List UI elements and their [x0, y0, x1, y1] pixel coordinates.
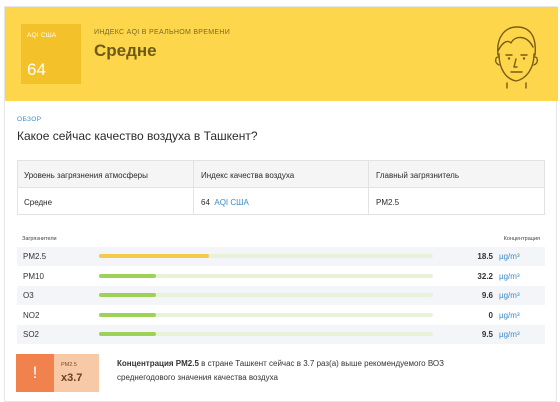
summary-index-value: 64 [201, 198, 210, 207]
pollutant-row: O3 9.6 µg/m³ [17, 286, 545, 305]
pollutant-unit: µg/m³ [499, 291, 520, 300]
pollutant-level-fill [99, 312, 156, 317]
pollutant-name: NO2 [23, 310, 40, 320]
face-neutral-icon [494, 26, 539, 89]
pollutant-name: PM10 [23, 271, 44, 281]
header-status: Средне [94, 41, 157, 60]
pollutant-name: SO2 [23, 330, 40, 339]
pollutant-row: SO2 9.5 µg/m³ [17, 325, 545, 344]
alert-multiplier: x3.7 [61, 372, 83, 384]
concentration-column-header: Концентрация [503, 236, 540, 242]
summary-index-unit-link[interactable]: AQI США [214, 198, 248, 207]
pollutant-level-bar [99, 293, 433, 297]
pollutant-value: 9.6 [481, 291, 493, 300]
pollutant-row: PM10 32.2 µg/m³ [17, 267, 545, 286]
aqi-badge-value: 64 [27, 60, 46, 79]
pollutant-level-fill [99, 273, 156, 278]
pollutant-level-bar [99, 254, 433, 258]
summary-pollutant-value: PM2.5 [376, 198, 400, 207]
pollutant-row: NO2 0 µg/m³ [17, 306, 545, 325]
pollutant-unit: µg/m³ [499, 252, 520, 261]
summary-divider [193, 161, 194, 214]
pollutant-unit: µg/m³ [499, 330, 520, 339]
summary-divider [368, 161, 369, 214]
alert-text-bold: Концентрация PM2.5 [117, 359, 199, 368]
pollutant-level-fill [99, 293, 156, 297]
pollutant-unit: µg/m³ [499, 310, 520, 320]
aqi-badge: AQI США 64 [21, 24, 81, 84]
overview-tag: ОБЗОР [17, 116, 42, 123]
pollutants-column-header: Загрязнители [22, 236, 57, 242]
alert-pollutant: PM2.5 [61, 362, 77, 368]
summary-level-value: Средне [24, 198, 53, 207]
pollutant-level-bar [99, 332, 433, 336]
aqi-badge-label: AQI США [27, 32, 57, 39]
summary-header-pollutant: Главный загрязнитель [376, 171, 459, 180]
warning-icon: ! [16, 354, 54, 392]
pollutant-name: PM2.5 [23, 252, 47, 261]
aqi-card: AQI США 64 ИНДЕКС AQI В РЕАЛЬНОМ ВРЕМЕНИ… [4, 6, 558, 402]
summary-header-index: Индекс качества воздуха [201, 171, 295, 180]
pollutant-row: PM2.5 18.5 µg/m³ [17, 247, 545, 266]
pollutant-unit: µg/m³ [499, 271, 520, 281]
pollutant-level-bar [99, 312, 433, 317]
pollutant-name: O3 [23, 291, 34, 300]
pollutant-level-bar [99, 273, 433, 278]
pollutant-value: 9.5 [481, 330, 493, 339]
pollutant-level-fill [99, 254, 210, 258]
pollutant-level-fill [99, 332, 156, 336]
summary-index-cell: 64 AQI США [201, 198, 249, 207]
overview-question: Какое сейчас качество воздуха в Ташкент? [17, 129, 258, 143]
alert-text: Концентрация PM2.5 в стране Ташкент сейч… [117, 357, 477, 385]
pollutant-value: 32.2 [477, 271, 493, 281]
pollutant-value: 0 [488, 310, 493, 320]
aqi-header: AQI США 64 ИНДЕКС AQI В РЕАЛЬНОМ ВРЕМЕНИ… [5, 7, 558, 101]
who-alert-badge: ! PM2.5 x3.7 [16, 354, 99, 392]
pollutant-value: 18.5 [477, 252, 493, 261]
summary-table: Уровень загрязнения атмосферы Индекс кач… [17, 160, 545, 215]
summary-header-level: Уровень загрязнения атмосферы [24, 171, 148, 180]
header-subtitle: ИНДЕКС AQI В РЕАЛЬНОМ ВРЕМЕНИ [94, 29, 231, 36]
